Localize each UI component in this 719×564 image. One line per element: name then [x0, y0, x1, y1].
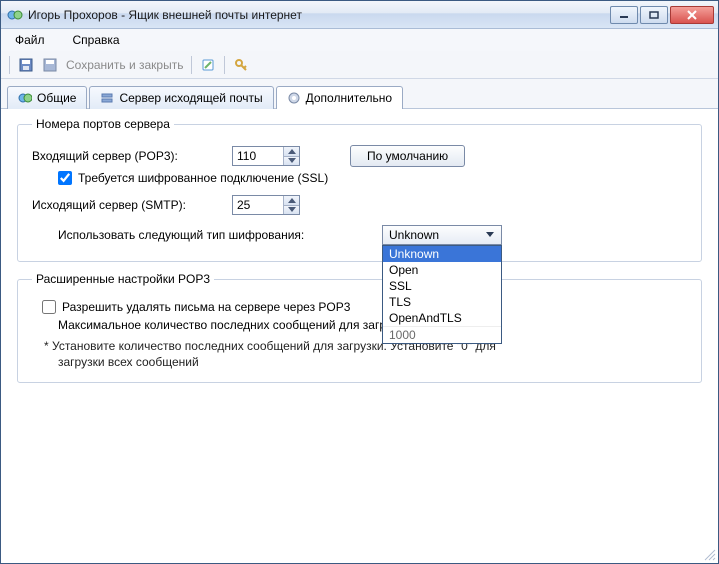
- window-title: Игорь Прохоров - Ящик внешней почты инте…: [28, 8, 610, 22]
- separator: [191, 56, 192, 74]
- advanced-pop3-group: Расширенные настройки POP3 Разрешить уда…: [17, 272, 702, 383]
- tab-label: Сервер исходящей почты: [119, 91, 262, 105]
- spinner-arrows: [283, 147, 299, 165]
- encryption-droplist: Unknown Open SSL TLS OpenAndTLS 1000: [382, 245, 502, 344]
- combo-option[interactable]: TLS: [383, 294, 501, 310]
- save-close-icon[interactable]: [40, 55, 60, 75]
- tab-outgoing-server[interactable]: Сервер исходящей почты: [89, 86, 273, 109]
- tab-advanced[interactable]: Дополнительно: [276, 86, 403, 109]
- smtp-port-spinner[interactable]: [232, 195, 300, 215]
- spin-down[interactable]: [284, 206, 299, 215]
- ssl-checkbox[interactable]: [58, 171, 72, 185]
- titlebar: Игорь Прохоров - Ящик внешней почты инте…: [1, 1, 718, 29]
- tab-strip: Общие Сервер исходящей почты Дополнитель…: [1, 79, 718, 109]
- save-icon[interactable]: [16, 55, 36, 75]
- advanced-legend: Расширенные настройки POP3: [32, 272, 214, 286]
- pop3-port-spinner[interactable]: [232, 146, 300, 166]
- combo-option[interactable]: OpenAndTLS: [383, 310, 501, 326]
- combo-option[interactable]: Unknown: [383, 246, 501, 262]
- toolbar-grip: [9, 56, 10, 74]
- spin-up[interactable]: [284, 196, 299, 206]
- close-button[interactable]: [670, 6, 714, 24]
- server-icon: [100, 91, 114, 105]
- globe-icon: [18, 91, 32, 105]
- encryption-combo[interactable]: Unknown: [382, 225, 502, 245]
- combo-value: Unknown: [389, 228, 483, 242]
- smtp-label: Исходящий сервер (SMTP):: [32, 198, 232, 212]
- minimize-button[interactable]: [610, 6, 638, 24]
- allow-delete-checkbox[interactable]: [42, 300, 56, 314]
- tab-general[interactable]: Общие: [7, 86, 87, 109]
- maximize-button[interactable]: [640, 6, 668, 24]
- window: Игорь Прохоров - Ящик внешней почты инте…: [0, 0, 719, 564]
- refresh-icon[interactable]: [198, 55, 218, 75]
- combo-option[interactable]: SSL: [383, 278, 501, 294]
- window-buttons: [610, 6, 714, 24]
- separator: [224, 56, 225, 74]
- ssl-checkbox-label: Требуется шифрованное подключение (SSL): [78, 171, 328, 185]
- pop3-label: Входящий сервер (POP3):: [32, 149, 232, 163]
- encryption-combo-wrap: Unknown Unknown Open SSL TLS OpenAndTLS …: [382, 225, 502, 245]
- tab-label: Общие: [37, 91, 76, 105]
- combo-option[interactable]: Open: [383, 262, 501, 278]
- max-download-label: Максимальное количество последних сообще…: [58, 318, 414, 332]
- menu-help[interactable]: Справка: [67, 31, 126, 49]
- hint-text: * Установите количество последних сообще…: [44, 338, 687, 370]
- save-close-label[interactable]: Сохранить и закрыть: [64, 58, 185, 72]
- menubar: Файл Справка: [1, 29, 718, 51]
- default-button[interactable]: По умолчанию: [350, 145, 465, 167]
- spin-up[interactable]: [284, 147, 299, 157]
- hidden-value: 1000: [383, 326, 501, 343]
- ports-group: Номера портов сервера Входящий сервер (P…: [17, 117, 702, 262]
- tab-content: Номера портов сервера Входящий сервер (P…: [1, 109, 718, 401]
- spinner-arrows: [283, 196, 299, 214]
- ssl-checkbox-row[interactable]: Требуется шифрованное подключение (SSL): [58, 171, 328, 185]
- app-icon: [7, 7, 23, 23]
- ports-legend: Номера портов сервера: [32, 117, 174, 131]
- tab-label: Дополнительно: [306, 91, 392, 105]
- allow-delete-label: Разрешить удалять письма на сервере чере…: [62, 300, 350, 314]
- spin-down[interactable]: [284, 157, 299, 166]
- resize-grip[interactable]: [702, 547, 716, 561]
- key-icon[interactable]: [231, 55, 251, 75]
- menu-file[interactable]: Файл: [9, 31, 51, 49]
- toolbar: Сохранить и закрыть: [1, 51, 718, 79]
- smtp-port-input[interactable]: [233, 196, 283, 214]
- allow-delete-row[interactable]: Разрешить удалять письма на сервере чере…: [42, 300, 350, 314]
- gear-icon: [287, 91, 301, 105]
- encryption-type-label: Использовать следующий тип шифрования:: [58, 228, 332, 242]
- chevron-down-icon: [483, 232, 497, 238]
- pop3-port-input[interactable]: [233, 147, 283, 165]
